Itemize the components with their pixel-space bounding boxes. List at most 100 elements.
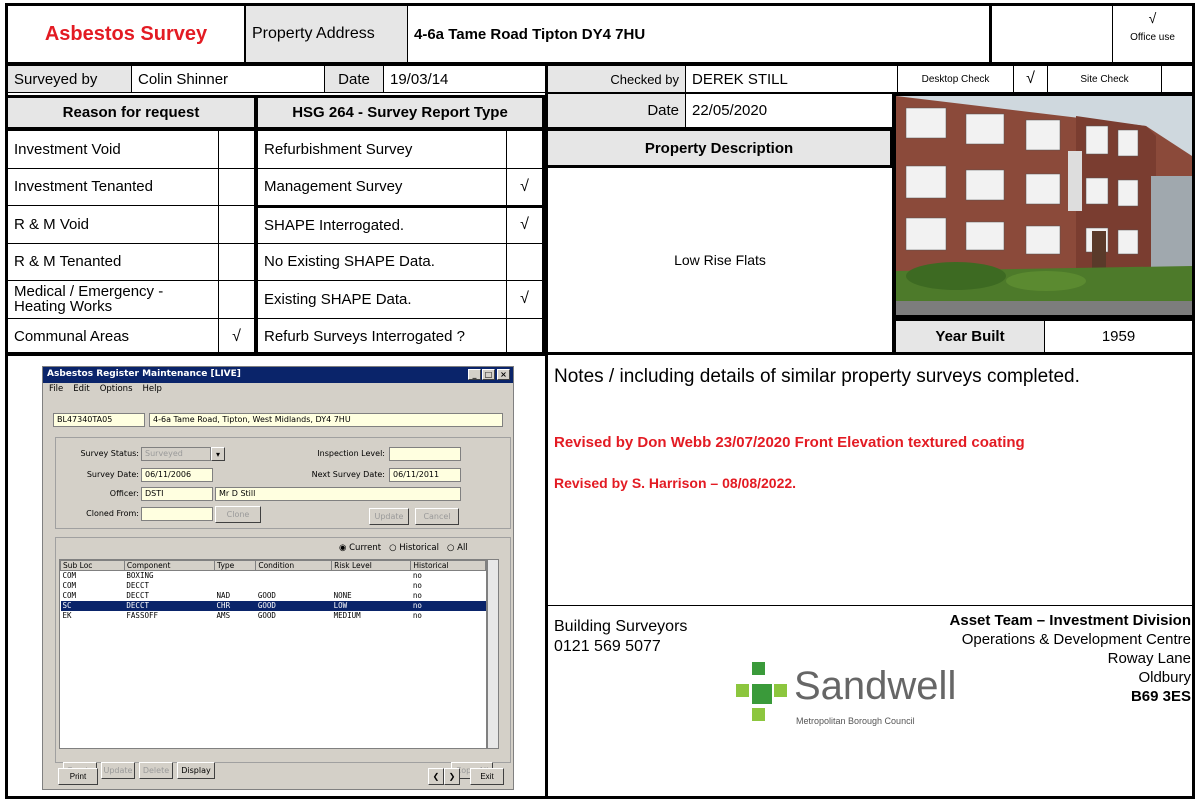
- property-ref-field[interactable]: BL47340TA05: [53, 413, 145, 427]
- sandwell-logo-name: Sandwell: [794, 664, 957, 708]
- radio-all-label: All: [457, 543, 468, 553]
- table-cell: NAD: [216, 591, 231, 600]
- reason-item-tick: [218, 130, 257, 169]
- cancel-button[interactable]: Cancel: [415, 508, 459, 525]
- column-header[interactable]: Component: [123, 560, 216, 571]
- column-header[interactable]: Risk Level: [331, 560, 412, 571]
- radio-current[interactable]: ◉ Current: [339, 543, 381, 553]
- table-cell: DECCT: [126, 591, 149, 600]
- table-cell: FASSOFF: [126, 611, 159, 620]
- surveyed-by-label: Surveyed by: [5, 65, 132, 93]
- table-cell: MEDIUM: [333, 611, 361, 620]
- sandwell-logo: Sandwell Metropolitan Borough Council: [720, 660, 980, 750]
- office-use-label: Office use: [1130, 32, 1175, 43]
- divider-horizontal: [5, 352, 1195, 355]
- cloned-from-field[interactable]: [141, 507, 213, 521]
- menu-item[interactable]: Help: [143, 384, 162, 396]
- radio-current-label: Current: [349, 543, 382, 553]
- clone-button[interactable]: Clone: [215, 506, 261, 523]
- column-header[interactable]: Type: [214, 560, 257, 571]
- minimize-icon[interactable]: _: [468, 369, 481, 380]
- footer-address-block: Asset Team – Investment Division Operati…: [950, 611, 1191, 706]
- prev-icon[interactable]: ❮: [428, 768, 444, 785]
- table-cell: SC: [60, 600, 125, 611]
- window-title: Asbestos Register Maintenance [LIVE]: [47, 369, 241, 379]
- table-row[interactable]: COM DECCT no: [61, 581, 486, 591]
- officer-code-field[interactable]: DSTI: [141, 487, 213, 501]
- table-row[interactable]: EK FASSOFF AMS GOOD MEDIUM no: [61, 611, 486, 621]
- report-type-heading: HSG 264 - Survey Report Type: [257, 95, 545, 130]
- table-cell: AMS: [216, 611, 231, 620]
- report-type-item-label: Refurbishment Survey: [257, 130, 507, 169]
- reason-item-tick: [218, 280, 257, 319]
- close-icon[interactable]: ×: [497, 369, 510, 380]
- table-cell: [215, 581, 256, 591]
- menu-item[interactable]: Options: [100, 384, 133, 396]
- divider-vertical: [545, 352, 548, 799]
- reason-heading: Reason for request: [5, 95, 257, 130]
- table-cell: DECCT: [124, 600, 215, 611]
- next-survey-label: Next Survey Date:: [311, 470, 385, 479]
- window-menu-bar: File Edit Options Help: [43, 383, 513, 397]
- table-cell: COM: [62, 571, 77, 581]
- column-header[interactable]: Historical: [410, 560, 486, 571]
- chevron-down-icon[interactable]: ▾: [211, 447, 225, 461]
- footer-addr2: Roway Lane: [1107, 650, 1191, 667]
- table-cell: COM: [62, 581, 77, 590]
- report-type-item-label: No Existing SHAPE Data.: [257, 242, 507, 281]
- table-cell: LOW: [331, 600, 411, 611]
- building-image: [896, 96, 1192, 315]
- report-type-item-label: Existing SHAPE Data.: [257, 280, 507, 319]
- reason-item-tick: √: [218, 317, 257, 356]
- notes-heading-rest: / including details of similar property …: [603, 366, 1080, 387]
- property-address-field[interactable]: 4-6a Tame Road, Tipton, West Midlands, D…: [149, 413, 503, 427]
- history-filter: ◉ Current ○ Historical ○ All: [339, 543, 468, 553]
- reason-item-label: Investment Tenanted: [5, 167, 219, 206]
- table-cell: [332, 581, 411, 591]
- address-value: 4-6a Tame Road Tipton DY4 7HU: [407, 3, 990, 65]
- next-icon[interactable]: ❯: [444, 768, 460, 785]
- officer-name-field[interactable]: Mr D Still: [215, 487, 461, 501]
- table-cell: BOXING: [126, 571, 154, 581]
- display-button[interactable]: Display: [177, 762, 215, 779]
- radio-all[interactable]: ○ All: [447, 543, 468, 553]
- footer-dept-block: Building Surveyors 0121 569 5077: [554, 617, 687, 657]
- office-use-cell: √ Office use: [1112, 3, 1195, 65]
- table-cell: no: [410, 600, 486, 611]
- table-row[interactable]: COM DECCT NAD GOOD NONE no: [61, 591, 486, 601]
- delete-button[interactable]: Delete: [139, 762, 173, 779]
- table-scrollbar[interactable]: [487, 559, 499, 749]
- survey-date-value: 19/03/14: [383, 65, 546, 93]
- report-type-item-tick: [506, 317, 545, 356]
- menu-item[interactable]: Edit: [73, 384, 89, 396]
- table-cell: DECCT: [126, 581, 149, 590]
- table-cell: NONE: [333, 591, 352, 600]
- asbestos-register-window: Asbestos Register Maintenance [LIVE] _ □…: [42, 366, 514, 790]
- radio-historical[interactable]: ○ Historical: [389, 543, 439, 553]
- column-header[interactable]: Condition: [255, 560, 333, 571]
- desktop-check-label: Desktop Check: [897, 65, 1014, 93]
- inspection-level-field[interactable]: [389, 447, 461, 461]
- reason-item-label: R & M Void: [5, 205, 219, 244]
- menu-item[interactable]: File: [49, 384, 63, 396]
- survey-date-label: Date: [324, 65, 384, 93]
- column-header[interactable]: Sub Loc: [60, 560, 125, 571]
- sandwell-logo-sub: Metropolitan Borough Council: [796, 716, 915, 726]
- table-cell: GOOD: [255, 600, 332, 611]
- table-row[interactable]: SC DECCT CHR GOOD LOW no: [60, 600, 486, 611]
- next-survey-field[interactable]: 06/11/2011: [389, 468, 461, 482]
- table-cell: CHR: [214, 600, 256, 611]
- update-button[interactable]: Update: [369, 508, 409, 525]
- table-cell: no: [412, 571, 422, 581]
- exit-button[interactable]: Exit: [470, 768, 504, 785]
- table-cell: EK: [62, 611, 72, 620]
- table-cell: GOOD: [257, 611, 276, 620]
- table-row[interactable]: COM BOXING no: [61, 571, 486, 581]
- maximize-icon[interactable]: □: [482, 369, 495, 380]
- property-photo: [893, 93, 1195, 318]
- print-button[interactable]: Print: [58, 768, 98, 785]
- reason-item-label: Investment Void: [5, 130, 219, 169]
- survey-date-field[interactable]: 06/11/2006: [141, 468, 213, 482]
- survey-status-select[interactable]: Surveyed: [141, 447, 211, 461]
- update-row-button[interactable]: Update: [101, 762, 135, 779]
